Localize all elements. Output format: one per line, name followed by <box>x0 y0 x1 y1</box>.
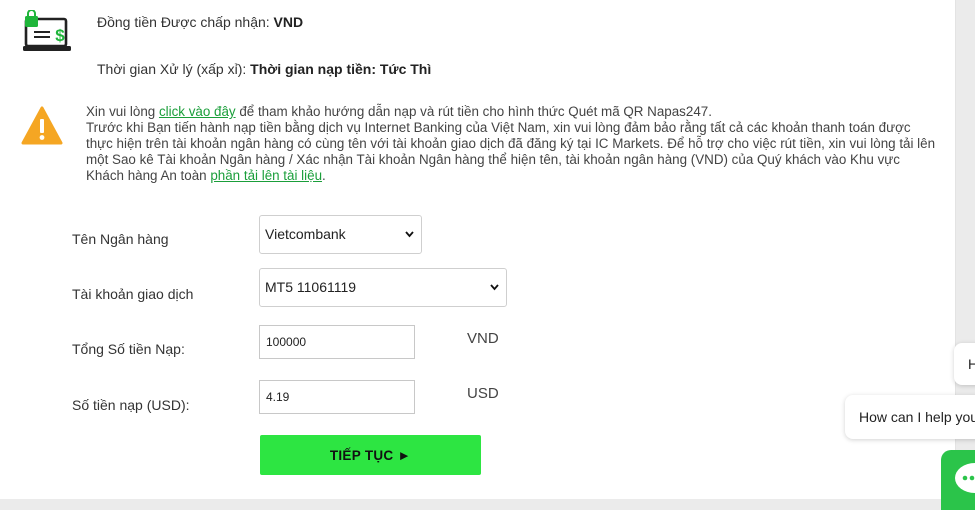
notice-line1-prefix: Xin vui lòng <box>86 104 159 119</box>
usd-amount-label: Số tiền nạp (USD): <box>72 397 190 413</box>
document-upload-link[interactable]: phần tải lên tài liệu <box>210 168 322 183</box>
bank-select-value: Vietcombank <box>265 226 346 242</box>
accepted-currency: Đồng tiền Được chấp nhận: VND <box>97 14 303 30</box>
warning-icon <box>21 106 63 145</box>
deposit-amount-label: Tổng Số tiền Nạp: <box>72 341 185 357</box>
deposit-currency-unit: VND <box>467 330 499 347</box>
accepted-currency-label: Đồng tiền Được chấp nhận: <box>97 14 270 30</box>
chat-greeting-bubble[interactable]: H <box>954 343 975 385</box>
notice-end: . <box>322 168 326 183</box>
trading-account-select[interactable]: MT5 11061119 <box>259 268 507 307</box>
usd-currency-unit: USD <box>467 385 499 402</box>
deposit-amount-input[interactable] <box>259 325 415 359</box>
instructions-link[interactable]: click vào đây <box>159 104 236 119</box>
chat-help-bubble[interactable]: How can I help you <box>845 395 975 439</box>
deposit-panel: $ Đồng tiền Được chấp nhận: VND Thời gia… <box>0 0 956 499</box>
bank-select[interactable]: Vietcombank <box>259 215 422 254</box>
usd-amount-input[interactable] <box>259 380 415 414</box>
processing-time-label: Thời gian Xử lý (xấp xỉ): <box>97 61 247 77</box>
processing-time: Thời gian Xử lý (xấp xỉ): Thời gian nạp … <box>97 61 431 77</box>
chevron-down-icon <box>405 230 414 237</box>
chevron-down-icon <box>490 283 499 290</box>
chat-icon <box>955 463 975 493</box>
accepted-currency-value: VND <box>273 14 304 30</box>
notice-line1-suffix: để tham khảo hướng dẫn nạp và rút tiền c… <box>235 104 712 119</box>
chat-launcher-button[interactable] <box>941 450 975 510</box>
trading-account-value: MT5 11061119 <box>265 279 357 295</box>
continue-button[interactable]: TIẾP TỤC ► <box>260 435 481 475</box>
deposit-notice: Xin vui lòng click vào đây để tham khảo … <box>86 104 936 184</box>
laptop-payment-icon: $ <box>23 10 71 51</box>
svg-text:$: $ <box>55 26 65 45</box>
processing-time-value: Thời gian nạp tiền: Tức Thì <box>250 61 432 77</box>
trading-account-label: Tài khoản giao dịch <box>72 286 194 302</box>
bank-name-label: Tên Ngân hàng <box>72 231 169 247</box>
